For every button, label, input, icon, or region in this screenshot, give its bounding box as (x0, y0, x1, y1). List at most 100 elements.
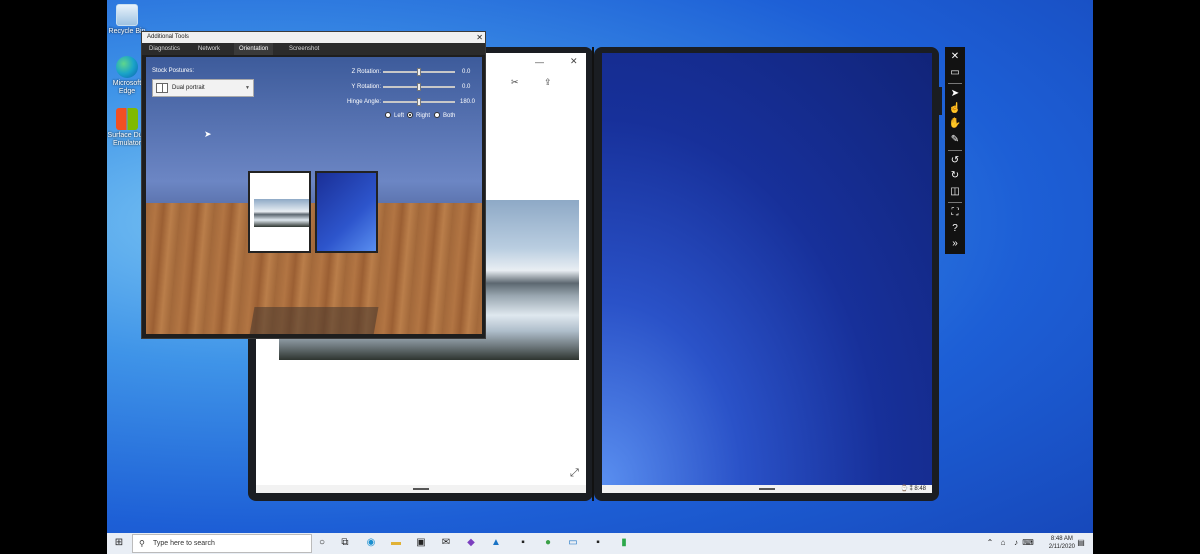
rotate-left-button[interactable]: ↺ (945, 154, 965, 168)
edit-icon[interactable]: ✂ (511, 77, 519, 88)
android-studio-icon[interactable]: ▪ (517, 537, 529, 549)
share-icon[interactable]: ⇪ (544, 77, 552, 88)
emulator-toolbar: ✕ ▭ ➤ ☝ ✋ ✎ ↺ ↻ ◫ ⛶ ? » (945, 47, 965, 254)
start-icon[interactable]: ⊞ (113, 537, 125, 549)
radio-left-label: Left (394, 113, 405, 119)
emulator-icon[interactable]: ▭ (567, 537, 579, 549)
right-screen[interactable] (602, 53, 932, 485)
keyboard-icon[interactable]: ⌨ (1022, 537, 1034, 549)
touch-button[interactable]: ☝ (945, 102, 965, 116)
clock[interactable]: 8:48 AM 2/11/2020 (1049, 535, 1075, 551)
gesture-pill[interactable] (759, 488, 775, 490)
azure-icon[interactable]: ▲ (490, 537, 502, 549)
pen-icon: ✎ (950, 134, 960, 145)
tab-diagnostics[interactable]: Diagnostics (144, 43, 185, 55)
minimize-button[interactable]: ▭ (945, 66, 965, 80)
pen-button[interactable]: ✎ (945, 133, 965, 147)
notifications-icon[interactable]: ▤ (1075, 537, 1087, 549)
dual-screen-icon: ◫ (950, 186, 960, 197)
mouse-cursor-icon: ➤ (204, 129, 212, 139)
y-rotation-thumb[interactable] (417, 83, 421, 91)
dual-portrait-icon (156, 83, 168, 93)
additional-tools-window: Additional Tools ✕ Diagnostics Network O… (141, 31, 486, 339)
network-icon[interactable]: ⌂ (997, 537, 1009, 549)
expand-icon[interactable]: ⤢ (570, 467, 579, 480)
touch-icon: ☝ (948, 103, 962, 114)
clock-time: 8:48 AM (1050, 536, 1073, 542)
desktop: Recycle Bin Microsoft Edge Surface Duo E… (107, 0, 1093, 554)
screen: Recycle Bin Microsoft Edge Surface Duo E… (0, 0, 1200, 554)
mail-icon[interactable]: ✉ (440, 537, 452, 549)
chevron-down-icon: ▼ (245, 85, 250, 91)
store-icon[interactable]: ▣ (415, 537, 427, 549)
search-icon: ⚲ (139, 539, 145, 548)
hinge-angle-label: Hinge Angle: (346, 99, 381, 105)
close-icon[interactable]: ✕ (570, 56, 578, 67)
y-rotation-value: 0.0 (462, 84, 471, 90)
posture-dropdown[interactable]: Dual portrait ▼ (152, 79, 254, 97)
pointer-button[interactable]: ➤ (945, 87, 965, 101)
taskbar: ⊞ ⚲ Type here to search ○ ⧉ ◉ ▬ ▣ ✉ ◆ ▲ … (107, 533, 1093, 554)
toolbar-divider (948, 202, 962, 203)
taskbar-search[interactable]: ⚲ Type here to search (132, 534, 312, 553)
recycle-bin-icon (116, 4, 138, 26)
search-placeholder: Type here to search (153, 540, 215, 547)
volume-icon[interactable]: ♪ (1010, 537, 1022, 549)
clock-date: 2/11/2020 (1048, 544, 1075, 550)
android-icon[interactable]: ● (542, 537, 554, 549)
edge-icon (116, 56, 138, 78)
hinge-angle-thumb[interactable] (417, 98, 421, 106)
radio-right-label: Right (416, 113, 431, 119)
stock-postures-label: Stock Postures: (152, 68, 195, 74)
multi-touch-button[interactable]: ✋ (945, 117, 965, 131)
device-shadow (249, 307, 379, 334)
preview-photo (254, 199, 309, 227)
fit-to-screen-icon: ⛶ (951, 207, 959, 218)
tab-bar: Diagnostics Network Orientation Screensh… (142, 43, 485, 55)
radio-both[interactable] (434, 112, 440, 118)
z-rotation-label: Z Rotation: (351, 69, 381, 75)
pointer-icon: ➤ (950, 88, 960, 99)
minimize-icon[interactable]: — (535, 57, 544, 67)
more-tools-button[interactable]: » (945, 237, 965, 251)
z-rotation-thumb[interactable] (417, 68, 421, 76)
orientation-scene[interactable]: Stock Postures: Dual portrait ▼ Z Rotati… (146, 57, 482, 334)
left-nav-bar (256, 485, 586, 493)
gesture-pill[interactable] (413, 488, 429, 490)
task-view-icon[interactable]: ⧉ (339, 537, 351, 549)
tab-network[interactable]: Network (193, 43, 225, 55)
surface-duo-icon (116, 108, 138, 130)
status-bar: ⌚ ⁑ 8:48 (900, 486, 926, 492)
hinge (592, 47, 594, 501)
radio-both-label: Both (443, 113, 456, 119)
close-icon[interactable]: ✕ (476, 32, 483, 43)
close-button[interactable]: ✕ (945, 50, 965, 64)
hinge-angle-value: 180.0 (460, 99, 476, 105)
cortana-icon[interactable]: ○ (316, 537, 328, 549)
help-icon: ? (952, 223, 958, 234)
device-preview-right (315, 171, 378, 253)
dual-screen-button[interactable]: ◫ (945, 185, 965, 199)
file-explorer-icon[interactable]: ▬ (390, 537, 402, 549)
chevron-up-icon[interactable]: ⌃ (984, 537, 996, 549)
z-rotation-value: 0.0 (462, 69, 471, 75)
y-rotation-label: Y Rotation: (351, 84, 381, 90)
close-icon: ✕ (950, 51, 960, 62)
terminal-icon[interactable]: ▪ (592, 537, 604, 549)
radio-right[interactable] (407, 112, 413, 118)
more-tools-icon: » (952, 238, 958, 249)
visual-studio-icon[interactable]: ◆ (465, 537, 477, 549)
right-screen-frame: ⌚ ⁑ 8:48 (594, 47, 939, 501)
rotate-right-button[interactable]: ↻ (945, 169, 965, 183)
tab-orientation[interactable]: Orientation (234, 43, 274, 55)
radio-left[interactable] (385, 112, 391, 118)
rotate-left-icon: ↺ (950, 155, 960, 166)
tab-screenshot[interactable]: Screenshot (284, 43, 324, 55)
app-icon[interactable]: ▮ (618, 537, 630, 549)
fit-to-screen-button[interactable]: ⛶ (945, 206, 965, 220)
posture-value: Dual portrait (172, 85, 205, 91)
help-button[interactable]: ? (945, 222, 965, 236)
right-nav-bar: ⌚ ⁑ 8:48 (602, 485, 932, 493)
minimize-icon: ▭ (950, 67, 960, 78)
edge-icon[interactable]: ◉ (365, 537, 377, 549)
